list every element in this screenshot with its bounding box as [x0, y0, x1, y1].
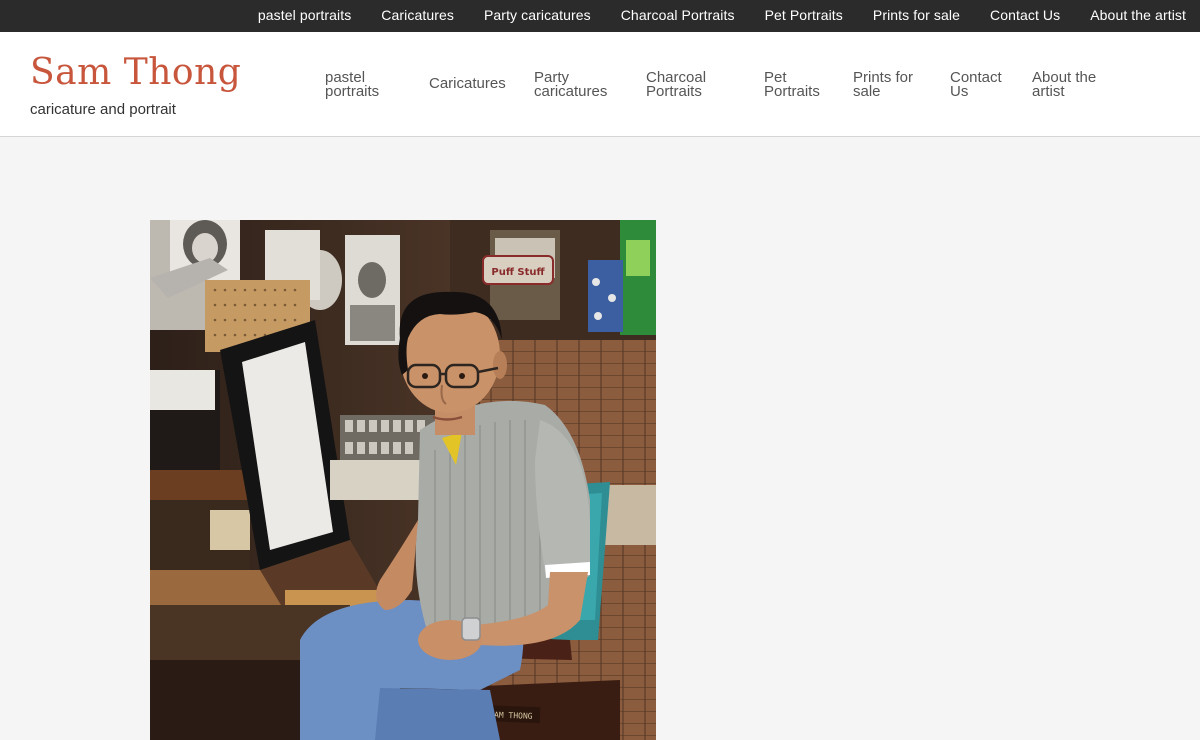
main-nav-label-line2: sale — [853, 83, 881, 100]
main-nav-label-line2: Portraits — [764, 83, 820, 100]
top-nav-contact-us[interactable]: Contact Us — [990, 7, 1060, 23]
main-nav-label-line2: caricatures — [534, 83, 608, 100]
main-nav-pet-portraits[interactable]: Pet Portraits — [764, 70, 820, 100]
main-nav-label-line2: artist — [1032, 83, 1065, 100]
top-nav-pet-portraits[interactable]: Pet Portraits — [765, 7, 843, 23]
top-nav-about-the-artist[interactable]: About the artist — [1090, 7, 1186, 23]
main-nav-charcoal-portraits[interactable]: Charcoal Portraits — [646, 70, 706, 100]
shop-sign-text: Puff Stuff — [491, 267, 545, 278]
top-nav-party-caricatures[interactable]: Party caricatures — [484, 7, 591, 23]
main-nav-party-caricatures[interactable]: Party caricatures — [534, 70, 608, 100]
main-nav-label-line1: Caricatures — [429, 75, 506, 92]
main-nav-pastel-portraits[interactable]: pastel portraits — [325, 70, 380, 100]
main-navigation: pastel portraits Caricatures Party caric… — [0, 32, 1200, 136]
top-navigation-bar: pastel portraits Caricatures Party caric… — [0, 0, 1200, 32]
top-nav-prints-for-sale[interactable]: Prints for sale — [873, 7, 960, 23]
site-header: Sam Thong caricature and portrait pastel… — [0, 32, 1200, 137]
main-nav-label-line2: portraits — [325, 83, 380, 100]
main-nav-caricatures[interactable]: Caricatures — [429, 75, 506, 92]
main-nav-label-line2: Us — [950, 83, 969, 100]
top-nav-charcoal-portraits[interactable]: Charcoal Portraits — [621, 7, 735, 23]
top-nav-pastel-portraits[interactable]: pastel portraits — [258, 7, 351, 23]
main-nav-contact-us[interactable]: Contact Us — [950, 70, 1002, 100]
artist-photo: Puff Stuff SAM THONG — [150, 220, 656, 740]
top-nav-caricatures[interactable]: Caricatures — [381, 7, 454, 23]
main-nav-label-line2: Portraits — [646, 83, 702, 100]
top-nav-list: pastel portraits Caricatures Party caric… — [228, 0, 1186, 32]
main-nav-prints-for-sale[interactable]: Prints for sale — [853, 70, 913, 100]
artist-photo-illustration: Puff Stuff SAM THONG — [150, 220, 656, 740]
main-nav-about-the-artist[interactable]: About the artist — [1032, 70, 1096, 100]
